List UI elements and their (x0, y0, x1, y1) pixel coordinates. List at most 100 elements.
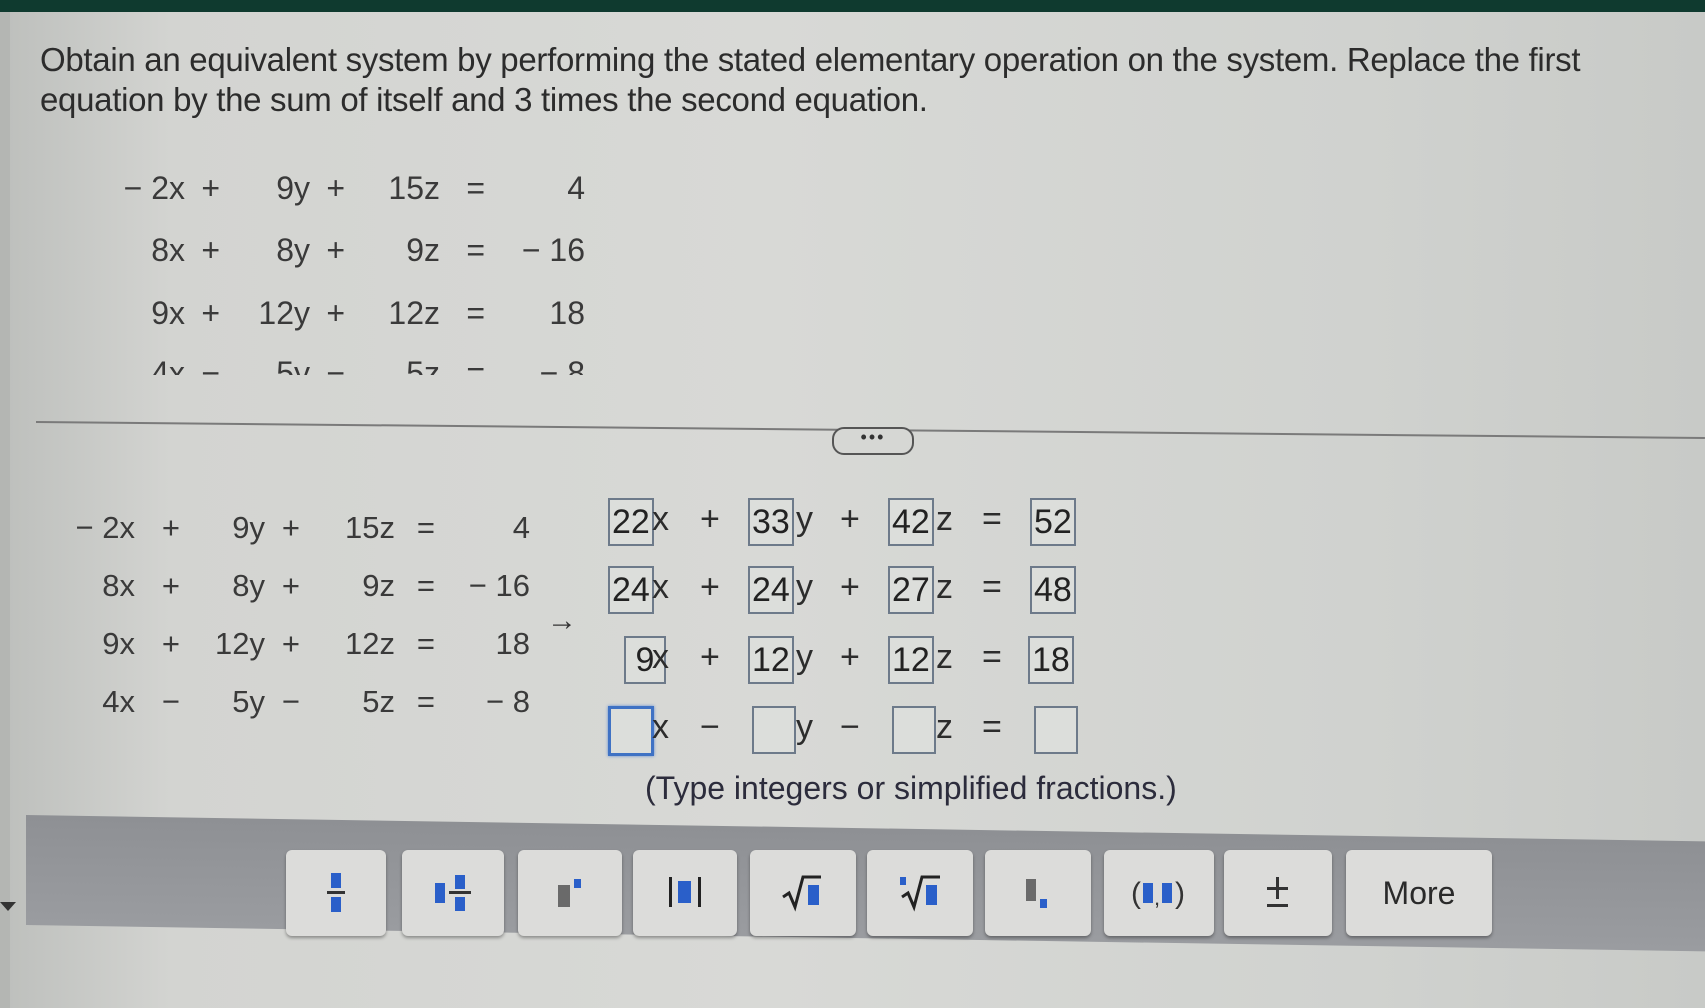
operator: + (840, 568, 860, 606)
rhs-input[interactable]: 18 (1028, 636, 1074, 684)
exponent-icon (554, 871, 586, 915)
operator: + (281, 626, 300, 661)
fraction-icon (324, 871, 348, 915)
var-x: x (652, 500, 669, 538)
caret-down-icon[interactable] (0, 902, 16, 911)
coef-y-input[interactable] (752, 706, 796, 754)
top-bar (0, 0, 1705, 12)
more-label: More (1382, 874, 1456, 911)
subscript-icon (1022, 871, 1054, 915)
rhs-input[interactable] (1034, 706, 1078, 754)
question-prompt: Obtain an equivalent system by performin… (40, 41, 1581, 118)
var-y: y (796, 568, 813, 606)
coef-z-input[interactable] (892, 706, 936, 754)
coef-x-input[interactable] (608, 706, 654, 756)
rhs: − 8 (486, 684, 530, 719)
term-y: 9y (276, 170, 310, 206)
square-root-button[interactable] (750, 850, 856, 936)
operator: + (281, 568, 300, 603)
nth-root-button[interactable] (867, 850, 973, 936)
exponent-button[interactable] (518, 850, 622, 936)
operator: + (840, 638, 860, 676)
term-y: 8y (276, 232, 310, 268)
ordered-pair-icon: (,) (1131, 871, 1187, 915)
operator: + (281, 510, 300, 545)
coef-z-input[interactable]: 12 (888, 636, 934, 684)
mixed-number-icon (433, 871, 473, 915)
equals: = (416, 626, 435, 661)
equals: = (416, 510, 435, 545)
rhs: 4 (567, 170, 585, 206)
operator: + (700, 638, 720, 676)
operator: + (161, 626, 180, 661)
transform-arrow: → (547, 604, 577, 637)
term-x: 8x (102, 568, 135, 603)
equals: = (982, 708, 1002, 746)
svg-text:,: , (1154, 885, 1160, 910)
term-y: 5y (276, 355, 310, 375)
rhs: 18 (495, 626, 530, 661)
rhs: − 8 (539, 355, 585, 375)
original-system-scroll[interactable]: − 2x + 9y + 15z = 4 8x + 8y + 9z = − 16 … (100, 165, 620, 375)
equals: = (982, 638, 1002, 676)
var-z: z (936, 708, 953, 746)
term-x: 4x (102, 684, 135, 719)
absolute-value-icon (665, 871, 705, 915)
term-x: − 2x (75, 510, 135, 545)
more-button[interactable]: More (1346, 850, 1492, 936)
term-y: 12y (258, 295, 310, 331)
var-z: z (936, 638, 953, 676)
coef-z-input[interactable]: 42 (888, 498, 934, 546)
term-y: 8y (232, 568, 265, 603)
term-x: 9x (102, 626, 135, 661)
ordered-pair-button[interactable]: (,) (1104, 850, 1214, 936)
coef-z-input[interactable]: 27 (888, 566, 934, 614)
operator: + (161, 510, 180, 545)
operator: + (326, 170, 345, 206)
term-x: 8x (151, 232, 185, 268)
plus-minus-button[interactable] (1224, 850, 1332, 936)
coef-x-input[interactable]: 24 (608, 566, 654, 614)
var-y: y (796, 638, 813, 676)
operator: − (700, 708, 720, 746)
expand-button[interactable]: ••• (832, 427, 914, 455)
var-y: y (796, 500, 813, 538)
term-z: 5z (362, 684, 395, 719)
term-z: 15z (345, 510, 395, 545)
fraction-button[interactable] (286, 850, 386, 936)
mixed-number-button[interactable] (402, 850, 504, 936)
var-z: z (936, 568, 953, 606)
rhs: 4 (512, 510, 530, 545)
rhs: − 16 (521, 232, 585, 268)
rhs: 18 (549, 295, 585, 331)
coef-y-input[interactable]: 24 (748, 566, 794, 614)
var-y: y (796, 708, 813, 746)
coef-y-input[interactable]: 12 (748, 636, 794, 684)
rhs-input[interactable]: 52 (1030, 498, 1076, 546)
left-edge (0, 12, 10, 1008)
equals: = (982, 500, 1002, 538)
operator: + (700, 568, 720, 606)
equals: = (466, 295, 485, 331)
rhs-input[interactable]: 48 (1030, 566, 1076, 614)
term-y: 12y (215, 626, 265, 661)
operator: − (201, 355, 220, 375)
operator: + (201, 232, 220, 268)
operator: − (326, 355, 345, 375)
subscript-button[interactable] (985, 850, 1091, 936)
coef-y-input[interactable]: 33 (748, 498, 794, 546)
operator: + (326, 232, 345, 268)
operator: + (840, 500, 860, 538)
operator: + (201, 295, 220, 331)
term-z: 12z (345, 626, 395, 661)
absolute-value-button[interactable] (633, 850, 737, 936)
term-z: 5z (406, 355, 440, 375)
plus-minus-icon (1263, 871, 1293, 915)
term-x: 9x (151, 295, 185, 331)
term-y: 9y (232, 510, 265, 545)
equals: = (466, 170, 485, 206)
coef-x-input[interactable]: 22 (608, 498, 654, 546)
term-z: 9z (362, 568, 395, 603)
term-z: 15z (388, 170, 440, 206)
term-x: − 2x (123, 170, 185, 206)
